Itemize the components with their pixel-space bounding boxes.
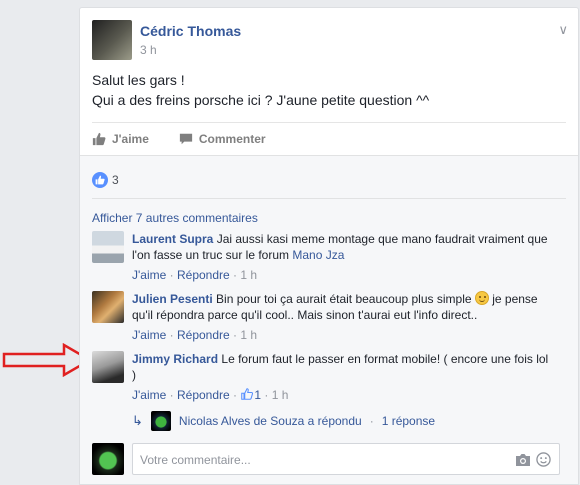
commenter-avatar[interactable] <box>92 231 124 263</box>
commenter-avatar[interactable] <box>92 291 124 323</box>
camera-icon[interactable] <box>515 453 531 467</box>
chevron-down-icon[interactable]: ∨ <box>558 22 568 38</box>
author-name[interactable]: Cédric Thomas <box>140 23 241 39</box>
reply-summary-text: Nicolas Alves de Souza a répondu <box>178 414 362 428</box>
post-body: Salut les gars ! Qui a des freins porsch… <box>92 70 429 110</box>
author-avatar[interactable] <box>92 20 132 60</box>
reply-count: 1 réponse <box>381 414 436 428</box>
comment-reply-link[interactable]: Répondre <box>177 328 230 342</box>
like-reaction-icon <box>92 172 108 188</box>
comment-label: Commenter <box>198 132 266 146</box>
comment-like-link[interactable]: J'aime <box>132 268 166 282</box>
comment-body: Jimmy Richard Le forum faut le passer en… <box>132 351 552 403</box>
thumbs-up-icon <box>92 132 106 146</box>
comment-meta: J'aime · Répondre · 1 h <box>132 268 258 282</box>
reply-summary[interactable]: ↳ Nicolas Alves de Souza a répondu · 1 r… <box>132 411 435 431</box>
comments-section: 3 Afficher 7 autres commentaires Laurent… <box>80 155 578 484</box>
post-text-line: Salut les gars ! <box>92 72 185 88</box>
comment-input[interactable]: Votre commentaire... <box>132 443 560 475</box>
commenter-avatar[interactable] <box>92 351 124 383</box>
replier-avatar <box>150 411 171 431</box>
post-actions: J'aime Commenter <box>92 129 266 149</box>
comment-likes[interactable]: 1 <box>240 388 264 402</box>
post-card: Cédric Thomas 3 h ∨ Salut les gars ! Qui… <box>79 7 579 485</box>
comment-time[interactable]: 1 h <box>240 268 257 282</box>
commenter-name[interactable]: Julien Pesenti <box>132 292 213 306</box>
comment-body: Julien Pesenti Bin pour toi ça aurait ét… <box>132 291 552 343</box>
commenter-name[interactable]: Jimmy Richard <box>132 352 218 366</box>
post-timestamp[interactable]: 3 h <box>140 43 157 57</box>
show-more-comments-link[interactable]: Afficher 7 autres commentaires <box>92 211 258 225</box>
post-header: Cédric Thomas 3 h ∨ <box>92 20 568 60</box>
comment-placeholder: Votre commentaire... <box>140 453 251 467</box>
post-text-line: Qui a des freins porsche ici ? J'aune pe… <box>92 92 430 108</box>
comment-body: Laurent Supra Jai aussi kasi meme montag… <box>132 231 552 283</box>
divider <box>92 122 566 123</box>
comment-button[interactable]: Commenter <box>179 129 266 149</box>
comment-reply-link[interactable]: Répondre <box>177 388 230 402</box>
wink-emoji-icon <box>474 291 489 305</box>
comment-text: Bin pour toi ça aurait était beaucoup pl… <box>216 292 472 306</box>
reactions-summary[interactable]: 3 <box>92 172 119 188</box>
like-label: J'aime <box>112 132 149 146</box>
comment-time[interactable]: 1 h <box>240 328 257 342</box>
comment-like-link[interactable]: J'aime <box>132 388 166 402</box>
mention-link[interactable]: Mano Jza <box>292 248 344 262</box>
comment-like-link[interactable]: J'aime <box>132 328 166 342</box>
current-user-avatar <box>92 443 124 475</box>
comment-icon <box>179 133 193 145</box>
comment-time[interactable]: 1 h <box>272 388 289 402</box>
reply-arrow-icon: ↳ <box>132 413 143 428</box>
comment-reply-link[interactable]: Répondre <box>177 268 230 282</box>
emoji-icon[interactable] <box>536 452 551 467</box>
comment-likes-count: 1 <box>254 388 262 402</box>
divider <box>92 198 566 199</box>
like-button[interactable]: J'aime <box>92 129 149 149</box>
thumbs-up-outline-icon <box>241 388 254 400</box>
comment-meta: J'aime · Répondre · 1 · 1 h <box>132 388 289 402</box>
reactions-count: 3 <box>112 173 119 187</box>
commenter-name[interactable]: Laurent Supra <box>132 232 213 246</box>
comment-composer: Votre commentaire... <box>92 443 560 475</box>
comment-meta: J'aime · Répondre · 1 h <box>132 328 258 342</box>
